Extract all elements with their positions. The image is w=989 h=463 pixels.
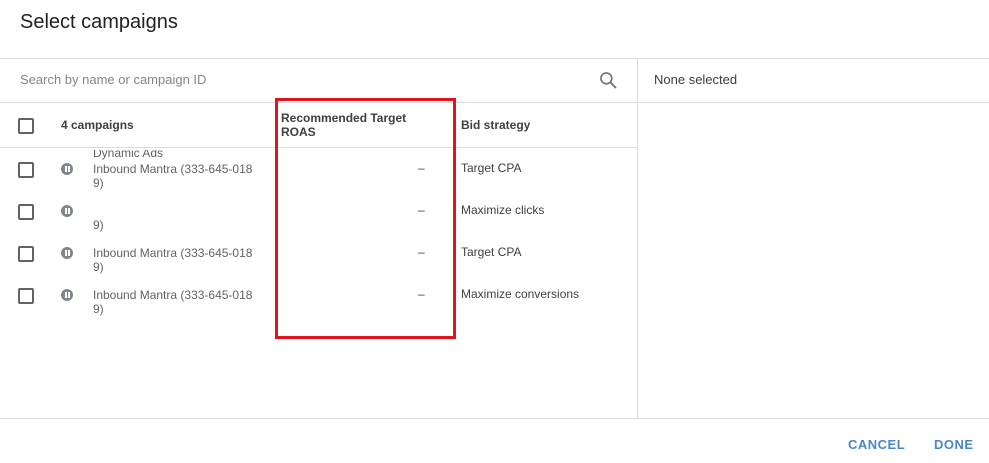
- search-divider: [0, 102, 989, 103]
- row-checkbox[interactable]: [18, 246, 34, 262]
- column-header-campaigns[interactable]: 4 campaigns: [61, 118, 134, 132]
- bid-strategy-value: Maximize clicks: [461, 203, 545, 217]
- campaign-name-cell: 9): [93, 192, 263, 236]
- paused-icon: [61, 247, 73, 259]
- row-checkbox[interactable]: [18, 288, 34, 304]
- row-checkbox[interactable]: [18, 204, 34, 220]
- select-all-checkbox[interactable]: [18, 118, 34, 134]
- campaign-name: Inbound Mantra (333-645-018: [93, 288, 253, 302]
- campaign-account-line: Inbound Mantra (333-645-018: [93, 162, 253, 176]
- footer-divider: [0, 418, 989, 419]
- paused-icon: [61, 163, 73, 175]
- campaign-account-line: 9): [93, 260, 104, 274]
- search-input[interactable]: Search by name or campaign ID: [20, 72, 206, 88]
- paused-icon: [61, 289, 73, 301]
- campaign-account-line: 9): [93, 302, 104, 316]
- campaign-name: Dynamic Ads: [93, 150, 164, 160]
- campaign-account-line: Inbound Mantra (333-645-018: [93, 246, 253, 260]
- campaign-name-cell: Inbound Mantra (333-645-018 9): [93, 276, 263, 320]
- campaign-account-line: 9): [93, 176, 104, 190]
- header-divider: [0, 58, 989, 59]
- paused-icon: [61, 205, 73, 217]
- row-checkbox[interactable]: [18, 162, 34, 178]
- select-campaigns-dialog: Select campaigns Search by name or campa…: [0, 0, 989, 463]
- highlight-box: [275, 98, 456, 339]
- dialog-title: Select campaigns: [20, 11, 178, 33]
- bid-strategy-value: Target CPA: [461, 161, 522, 175]
- campaign-account-line: 9): [93, 218, 104, 232]
- selection-status: None selected: [654, 72, 738, 87]
- campaign-name-cell: Dynamic Ads Inbound Mantra (333-645-018 …: [93, 150, 263, 194]
- done-button[interactable]: DONE: [934, 437, 974, 453]
- panel-divider: [637, 58, 638, 418]
- campaign-name-cell: Inbound Mantra (333-645-018 9): [93, 234, 263, 278]
- search-icon[interactable]: [598, 70, 618, 90]
- bid-strategy-value: Target CPA: [461, 245, 522, 259]
- cancel-button[interactable]: CANCEL: [848, 437, 905, 453]
- bid-strategy-value: Maximize conversions: [461, 287, 580, 301]
- column-header-bid-strategy[interactable]: Bid strategy: [461, 118, 530, 132]
